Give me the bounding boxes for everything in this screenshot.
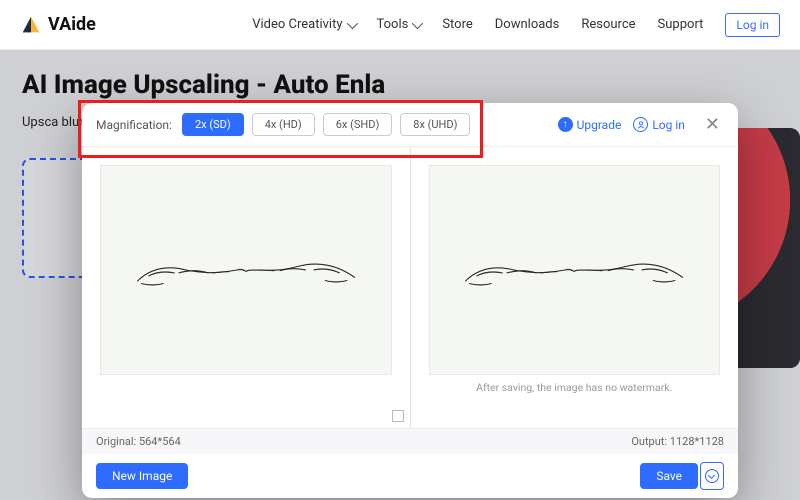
expand-icon[interactable] — [392, 410, 404, 422]
magnification-label: Magnification: — [96, 118, 172, 132]
top-nav: VAide Video Creativity Tools Store Downl… — [0, 0, 800, 50]
hands-sketch-icon — [451, 240, 697, 300]
mag-option-4x[interactable]: 4x (HD) — [252, 113, 315, 136]
nav-downloads[interactable]: Downloads — [495, 17, 560, 32]
watermark-note: After saving, the image has no watermark… — [429, 381, 721, 394]
save-group: Save — [640, 462, 724, 490]
magnification-options: 2x (SD) 4x (HD) 6x (SHD) 8x (UHD) — [182, 113, 470, 136]
chevron-down-icon — [346, 17, 357, 28]
logo-mark-icon — [20, 14, 42, 36]
modal-login-link[interactable]: Log in — [633, 117, 685, 132]
new-image-button[interactable]: New Image — [96, 463, 188, 489]
output-pane: After saving, the image has no watermark… — [410, 147, 739, 428]
modal-header: Magnification: 2x (SD) 4x (HD) 6x (SHD) … — [82, 103, 738, 146]
upgrade-icon: ↑ — [558, 117, 573, 132]
compare-panes: After saving, the image has no watermark… — [82, 146, 738, 428]
close-icon[interactable]: ✕ — [701, 114, 724, 135]
brand-logo[interactable]: VAide — [20, 14, 96, 36]
modal-footer: New Image Save — [82, 454, 738, 498]
modal-header-right: ↑ Upgrade Log in ✕ — [558, 114, 724, 135]
dimensions-row: Original: 564*564 Output: 1128*1128 — [82, 428, 738, 454]
nav-video-creativity[interactable]: Video Creativity — [252, 17, 354, 32]
nav-login-button[interactable]: Log in — [725, 13, 780, 37]
mag-option-8x[interactable]: 8x (UHD) — [400, 113, 470, 136]
mag-option-2x[interactable]: 2x (SD) — [182, 113, 244, 136]
hands-sketch-icon — [123, 240, 369, 300]
nav-store[interactable]: Store — [442, 17, 472, 32]
nav-resource[interactable]: Resource — [581, 17, 635, 32]
output-image — [429, 165, 721, 375]
original-image — [100, 165, 392, 375]
original-dimensions: Original: 564*564 — [96, 435, 181, 448]
nav-support[interactable]: Support — [658, 17, 704, 32]
save-history-button[interactable] — [700, 462, 724, 490]
mag-option-6x[interactable]: 6x (SHD) — [323, 113, 393, 136]
nav-items: Video Creativity Tools Store Downloads R… — [252, 13, 780, 37]
user-icon — [633, 117, 648, 132]
upgrade-link[interactable]: ↑ Upgrade — [558, 117, 622, 132]
chevron-down-icon — [412, 17, 423, 28]
hero-title: AI Image Upscaling - Auto Enla — [22, 70, 422, 101]
save-button[interactable]: Save — [640, 463, 698, 489]
nav-tools[interactable]: Tools — [377, 17, 421, 32]
history-icon — [705, 469, 719, 483]
upscale-modal: Magnification: 2x (SD) 4x (HD) 6x (SHD) … — [82, 103, 738, 498]
original-pane — [82, 147, 410, 428]
output-dimensions: Output: 1128*1128 — [631, 435, 724, 448]
brand-text: VAide — [48, 14, 96, 35]
